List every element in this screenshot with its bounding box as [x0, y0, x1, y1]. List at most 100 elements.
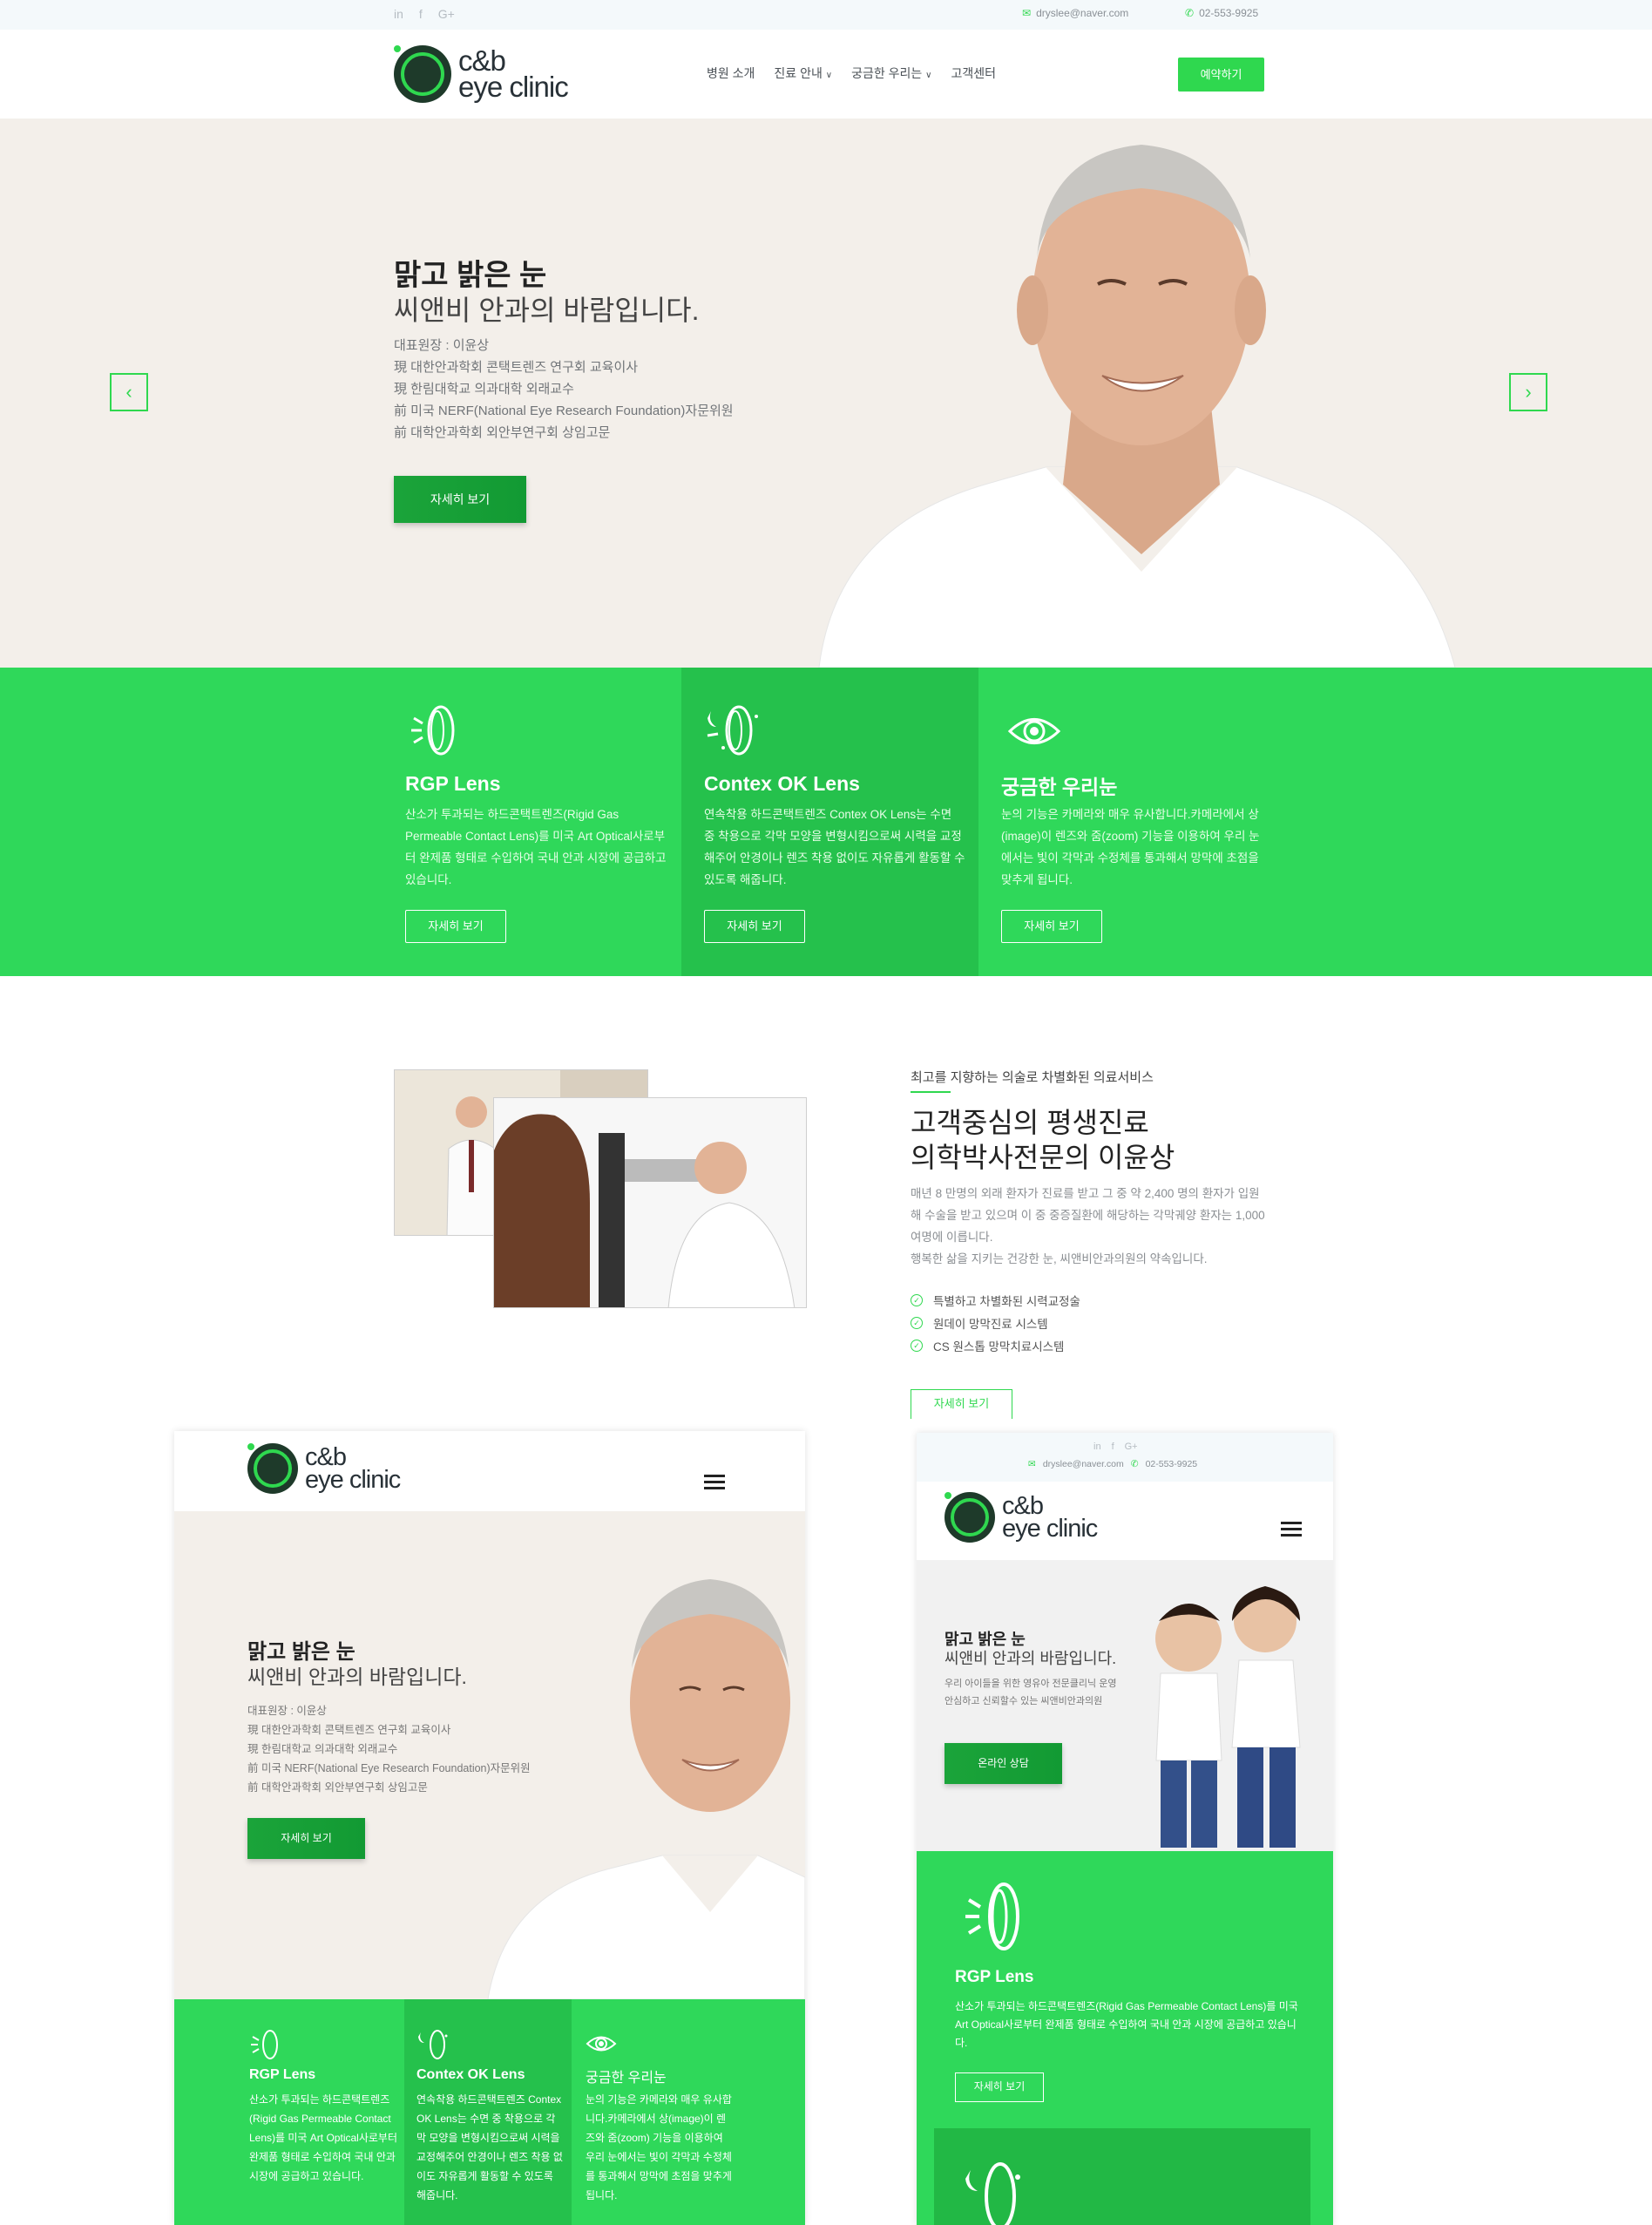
hero-more-button[interactable]: 자세히 보기 — [247, 1818, 365, 1859]
site-logo[interactable]: c&b eye clinic — [394, 45, 569, 103]
hero-title-light: 씨앤비 안과의 바람입니다. — [944, 1650, 1117, 1667]
feature-text: 눈의 기능은 카메라와 매우 유사합니다.카메라에서 상(image)이 렌즈와… — [1001, 808, 1260, 886]
google-plus-icon[interactable]: G+ — [1125, 1442, 1138, 1452]
phone-text: 02-553-9925 — [1199, 7, 1259, 19]
night-lens-icon — [965, 2162, 1020, 2225]
feature-contex-card — [934, 2128, 1310, 2225]
eye-icon — [1007, 718, 1061, 744]
check-item: ✓ 특별하고 차별화된 시력교정술 — [911, 1292, 1080, 1309]
nav-item-support[interactable]: 고객센터 — [951, 64, 996, 82]
about-title-line1: 고객중심의 평생진료 — [911, 1107, 1149, 1138]
social-links: in f G+ — [1093, 1442, 1138, 1452]
phone-text[interactable]: 02-553-9925 — [1146, 1459, 1198, 1469]
facebook-icon[interactable]: f — [1112, 1442, 1114, 1452]
feature-eye: 궁금한 우리눈 눈의 기능은 카메라와 매우 유사합니다.카메라에서 상(ima… — [572, 1999, 805, 2225]
eye-icon — [586, 2036, 617, 2052]
feature-rgp: RGP Lens 산소가 투과되는 하드콘택트렌즈(Rigid Gas Perm… — [394, 668, 681, 976]
feature-eye: 궁금한 우리눈 눈의 기능은 카메라와 매우 유사합니다.카메라에서 상(ima… — [978, 668, 1266, 976]
feature-title: RGP Lens — [405, 772, 501, 795]
feature-text: 연속착용 하드콘택트렌즈 Contex OK Lens는 수면 중 착용으로 각… — [704, 808, 965, 886]
menu-icon[interactable] — [1281, 1522, 1302, 1536]
mobile-hero: 맑고 밝은 눈 씨앤비 안과의 바람입니다. 우리 아이들을 위한 영유아 전문… — [917, 1560, 1333, 1851]
chevron-down-icon: ∨ — [825, 71, 833, 80]
logo-mark-icon — [247, 1443, 298, 1494]
contact-lens-icon — [411, 705, 455, 756]
hero-credentials: 대표원장 : 이윤상 現 대한안과학회 콘택트렌즈 연구회 교육이사 現 한림대… — [247, 1705, 531, 1794]
prev-slide-button[interactable]: ‹ — [110, 373, 148, 411]
credential-line: 前 대학안과학회 외안부연구회 상임고문 — [394, 425, 611, 440]
mail-icon: ✉ — [1022, 7, 1032, 19]
feature-rgp: RGP Lens 산소가 투과되는 하드콘택트렌즈(Rigid Gas Perm… — [174, 1999, 404, 2225]
email-text: dryslee@naver.com — [1036, 7, 1129, 19]
top-bar: in f G+ ✉ dryslee@naver.com ✆ 02-553-992… — [917, 1433, 1333, 1482]
nav-item-curious[interactable]: 궁금한 우리는 ∨ — [851, 64, 931, 82]
linkedin-icon[interactable]: in — [394, 7, 403, 21]
about-title-line2: 의학박사전문의 이윤상 — [911, 1142, 1175, 1173]
hero-title-bold: 맑고 밝은 눈 — [247, 1640, 355, 1664]
logo-line2: eye clinic — [458, 71, 569, 103]
feature-more-button[interactable]: 자세히 보기 — [1001, 910, 1102, 943]
next-slide-button[interactable]: › — [1509, 373, 1547, 411]
about-desc-promise: 행복한 삶을 지키는 건강한 눈, 씨앤비안과의원의 약속입니다. — [911, 1252, 1208, 1265]
nav-item-about[interactable]: 병원 소개 — [707, 64, 755, 82]
contact-line: ✉ dryslee@naver.com ✆ 02-553-9925 — [1028, 1459, 1197, 1469]
chevron-down-icon: ∨ — [925, 71, 932, 80]
feature-title: Contex OK Lens — [704, 772, 860, 795]
about-description: 매년 8 만명의 외래 환자가 진료를 받고 그 중 약 2,400 명의 환자… — [911, 1183, 1268, 1270]
feature-more-button[interactable]: 자세히 보기 — [405, 910, 506, 943]
tablet-features: RGP Lens 산소가 투과되는 하드콘택트렌즈(Rigid Gas Perm… — [174, 1999, 805, 2225]
hero-title-bold: 맑고 밝은 눈 — [394, 259, 547, 292]
credential-line: 前 미국 NERF(National Eye Research Foundati… — [394, 404, 734, 418]
accent-divider — [911, 1091, 951, 1093]
online-consult-button[interactable]: 온라인 상담 — [944, 1743, 1062, 1784]
mail-icon: ✉ — [1028, 1459, 1036, 1469]
feature-title: 궁금한 우리눈 — [586, 2071, 667, 2086]
feature-text: 연속착용 하드콘택트렌즈 Contex OK Lens는 수면 중 착용으로 각… — [416, 2093, 563, 2201]
email-text[interactable]: dryslee@naver.com — [1043, 1459, 1124, 1469]
feature-text: 산소가 투과되는 하드콘택트렌즈(Rigid Gas Permeable Con… — [405, 808, 667, 886]
check-circle-icon: ✓ — [911, 1340, 923, 1352]
phone-contact[interactable]: ✆ 02-553-9925 — [1185, 7, 1258, 19]
feature-more-button[interactable]: 자세히 보기 — [704, 910, 805, 943]
tablet-mockup: c&b eye clinic 맑고 밝은 눈 씨앤비 안과의 바람입니다. 대표… — [174, 1431, 805, 2225]
feature-title: RGP Lens — [955, 1968, 1034, 1986]
feature-text: 산소가 투과되는 하드콘택트렌즈(Rigid Gas Permeable Con… — [249, 2093, 397, 2182]
facebook-icon[interactable]: f — [419, 7, 423, 21]
feature-more-button[interactable]: 자세히 보기 — [955, 2072, 1044, 2102]
credential-line: 대표원장 : 이윤상 — [394, 338, 490, 353]
check-circle-icon: ✓ — [911, 1317, 923, 1329]
site-logo[interactable]: c&b eye clinic — [944, 1492, 1098, 1543]
site-logo[interactable]: c&b eye clinic — [247, 1443, 401, 1494]
google-plus-icon[interactable]: G+ — [438, 7, 455, 21]
feature-title: 궁금한 우리눈 — [1001, 776, 1118, 798]
credential-line: 現 한림대학교 의과대학 외래교수 — [394, 382, 574, 397]
email-contact[interactable]: ✉ dryslee@naver.com — [1022, 7, 1128, 19]
hero-slider: 맑고 밝은 눈 씨앤비 안과의 바람입니다. 대표원장 : 이윤상 現 대한안과… — [0, 119, 1652, 668]
menu-icon[interactable] — [704, 1475, 725, 1489]
contact-lens-icon — [251, 2030, 278, 2059]
check-item: ✓ 원데이 망막진료 시스템 — [911, 1314, 1048, 1332]
check-item: ✓ CS 원스톱 망막치료시스템 — [911, 1337, 1064, 1354]
children-photo — [1155, 1586, 1301, 1848]
phone-icon: ✆ — [1130, 1459, 1139, 1469]
about-more-button[interactable]: 자세히 보기 — [911, 1389, 1012, 1419]
about-desc-paragraph: 매년 8 만명의 외래 환자가 진료를 받고 그 중 약 2,400 명의 환자… — [911, 1187, 1265, 1244]
main-nav: 병원 소개 진료 안내 ∨ 궁금한 우리는 ∨ 고객센터 — [707, 64, 996, 82]
logo-mark-icon — [394, 45, 451, 103]
about-title: 고객중심의 평생진료 의학박사전문의 이윤상 — [911, 1105, 1175, 1175]
hero-lines: 우리 아이들을 위한 영유아 전문클리닉 운영 안심하고 신뢰할수 있는 씨앤비… — [944, 1679, 1117, 1706]
social-links: in f G+ — [394, 7, 455, 21]
hero-credentials: 대표원장 : 이윤상 現 대한안과학회 콘택트렌즈 연구회 교육이사 現 한림대… — [394, 335, 734, 444]
hero-title-bold: 맑고 밝은 눈 — [944, 1631, 1026, 1648]
hero-more-button[interactable]: 자세히 보기 — [394, 476, 526, 523]
reserve-button[interactable]: 예약하기 — [1178, 58, 1264, 92]
linkedin-icon[interactable]: in — [1093, 1442, 1101, 1452]
feature-contex: Contex OK Lens 연속착용 하드콘택트렌즈 Contex OK Le… — [681, 668, 978, 976]
mobile-mockup: in f G+ ✉ dryslee@naver.com ✆ 02-553-992… — [917, 1433, 1333, 2225]
feature-title: RGP Lens — [249, 2067, 316, 2082]
nav-item-services[interactable]: 진료 안내 ∨ — [774, 64, 832, 82]
logo-mark-icon — [944, 1492, 995, 1543]
about-subtitle: 최고를 지향하는 의술로 차별화된 의료서비스 — [911, 1070, 1154, 1085]
feature-title: Contex OK Lens — [416, 2067, 525, 2082]
contact-lens-icon — [965, 1882, 1019, 1950]
